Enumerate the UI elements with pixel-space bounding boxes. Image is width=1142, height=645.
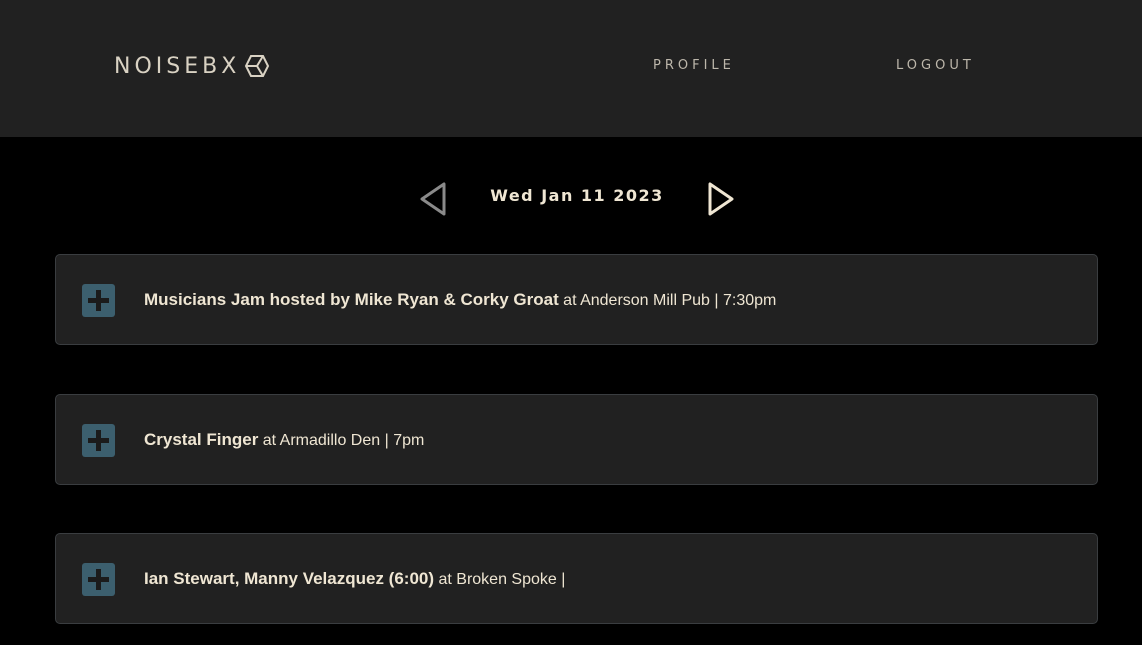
event-name: Ian Stewart, Manny Velazquez (6:00) [144,569,435,588]
expand-event-button[interactable] [82,284,115,317]
next-day-button[interactable] [702,176,742,216]
top-header: NOISEBX PROFILE LOGOUT [0,0,1142,137]
event-summary: Musicians Jam hosted by Mike Ryan & Cork… [144,290,776,310]
event-details: at Anderson Mill Pub | 7:30pm [558,292,777,309]
event-summary: Crystal Finger at Armadillo Den | 7pm [144,430,424,450]
nav-logout-link[interactable]: LOGOUT [896,58,975,73]
nav-profile-link[interactable]: PROFILE [653,58,735,73]
triangle-left-icon [420,182,446,216]
event-card: Crystal Finger at Armadillo Den | 7pm [55,394,1098,485]
expand-event-button[interactable] [82,563,115,596]
event-details: at Broken Spoke | [434,571,566,588]
current-date: Wed Jan 11 2023 [490,186,664,205]
event-details: at Armadillo Den | 7pm [258,432,425,449]
plus-icon [88,430,109,451]
triangle-right-icon [708,182,734,216]
event-name: Crystal Finger [144,430,259,449]
date-navigator: Wed Jan 11 2023 [0,172,1142,220]
event-name: Musicians Jam hosted by Mike Ryan & Cork… [144,290,559,309]
event-card: Musicians Jam hosted by Mike Ryan & Cork… [55,254,1098,345]
previous-day-button[interactable] [414,176,454,216]
plus-icon [88,290,109,311]
brand-logo[interactable]: NOISEBX [114,53,270,79]
event-card: Ian Stewart, Manny Velazquez (6:00) at B… [55,533,1098,624]
hexagon-cube-icon [245,55,270,77]
expand-event-button[interactable] [82,424,115,457]
event-summary: Ian Stewart, Manny Velazquez (6:00) at B… [144,569,565,589]
plus-icon [88,569,109,590]
logo-text: NOISEBX [114,53,241,79]
